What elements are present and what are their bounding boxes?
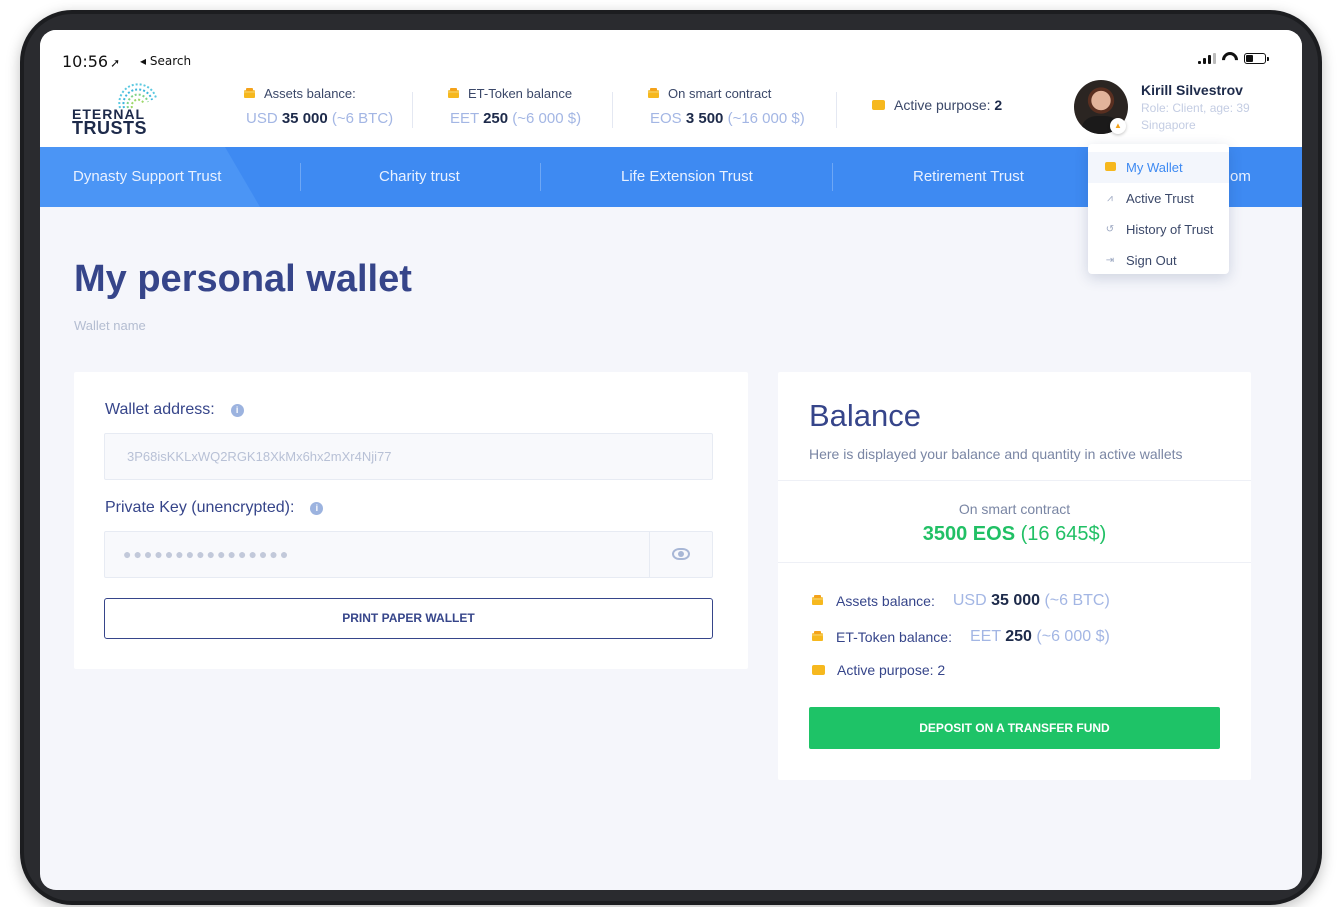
menu-item-history-of-trust[interactable]: ↺ History of Trust	[1088, 214, 1229, 245]
sign-out-icon: ⇥	[1105, 254, 1115, 266]
smart-contract-caption: On smart contract	[958, 501, 1071, 517]
battery-level	[1246, 55, 1254, 62]
et-token-unit: EET	[450, 110, 479, 127]
wifi-icon	[1222, 52, 1238, 64]
info-icon[interactable]: i	[310, 501, 324, 515]
wallet-icon	[812, 665, 825, 675]
balance-row-label: ET-Token balance:	[836, 629, 952, 645]
balance-row-label: Active purpose: 2	[837, 662, 946, 678]
tab-divider	[540, 163, 541, 191]
smart-contract-eos: 3500 EOS	[922, 523, 1016, 545]
smart-contract-approx: (~16 000 $)	[727, 110, 805, 127]
tab-retirement-trust[interactable]: Retirement Trust	[913, 147, 1024, 207]
balance-row-value: EET 250 (~6 000 $)	[969, 628, 1110, 645]
balance-row-label: Assets balance:	[836, 593, 935, 609]
tab-life-extension-trust[interactable]: Life Extension Trust	[621, 147, 753, 207]
header-smart-contract: On smart contract EOS 3 500 (~16 000 $)	[648, 86, 805, 127]
active-purpose-label: Active purpose:	[894, 97, 991, 113]
wallet-address-field[interactable]: 3P68isKKLxWQ2RGK18XkMx6hx2mXr4Nji77	[104, 433, 713, 480]
user-name[interactable]: Kirill Silvestrov	[1141, 82, 1243, 98]
smart-contract-unit: EOS	[650, 110, 682, 127]
user-role: Role: Client, age: 39	[1141, 101, 1250, 115]
wallet-details-card: Wallet address: i 3P68isKKLxWQ2RGK18XkMx…	[74, 372, 748, 669]
tab-charity-trust[interactable]: Charity trust	[379, 147, 460, 207]
balance-subtitle: Here is displayed your balance and quant…	[809, 446, 1183, 462]
header-et-token-balance: ET-Token balance EET 250 (~6 000 $)	[448, 86, 581, 127]
header-divider	[412, 92, 413, 128]
smart-contract-amount: 3 500	[685, 110, 724, 127]
history-icon: ↺	[1105, 223, 1115, 235]
coins-icon	[812, 595, 824, 607]
assets-approx: (~6 BTC)	[331, 110, 394, 127]
user-menu-toggle-icon[interactable]: ▲	[1110, 118, 1126, 134]
balance-row-active-purpose: Active purpose: 2	[812, 662, 945, 678]
back-to-search-link[interactable]: ◂ Search	[140, 54, 191, 68]
wallet-address-label: Wallet address: i	[105, 401, 244, 419]
battery-icon	[1244, 53, 1269, 64]
status-bar: 10:56 ➚ ◂ Search	[40, 30, 1302, 72]
coins-icon	[812, 631, 824, 643]
header-assets-balance: Assets balance: USD 35 000 (~6 BTC)	[244, 86, 393, 127]
et-token-label: ET-Token balance	[468, 86, 573, 101]
coins-icon	[244, 87, 256, 100]
top-header: ETERNAL TRUSTS Assets balance: USD 35 00…	[40, 72, 1302, 147]
menu-item-sign-out[interactable]: ⇥ Sign Out	[1088, 245, 1229, 276]
et-token-amount: 250	[483, 110, 509, 127]
private-key-field[interactable]: ●●●●●●●●●●●●●●●●	[104, 531, 713, 578]
menu-item-label: History of Trust	[1126, 222, 1214, 237]
menu-item-label: Sign Out	[1126, 253, 1177, 268]
print-paper-wallet-button[interactable]: PRINT PAPER WALLET	[104, 598, 713, 639]
logo-text-trusts: TRUSTS	[72, 118, 147, 138]
et-token-approx: (~6 000 $)	[512, 110, 582, 127]
app-screen: 10:56 ➚ ◂ Search ETERNAL TRUSTS Assets ba…	[40, 30, 1302, 890]
chart-icon: ⩘	[1107, 192, 1113, 204]
page-title: My personal wallet	[74, 258, 412, 300]
active-purpose-count: 2	[994, 97, 1003, 113]
menu-item-label: My Wallet	[1126, 160, 1183, 175]
balance-row-value: USD 35 000 (~6 BTC)	[952, 592, 1110, 609]
tab-divider	[300, 163, 301, 191]
coins-icon	[448, 87, 460, 100]
header-divider	[836, 92, 837, 128]
wallet-icon	[872, 100, 885, 110]
balance-title: Balance	[809, 398, 922, 433]
tab-partially-hidden[interactable]: om	[1230, 147, 1251, 207]
assets-unit: USD	[246, 110, 278, 127]
location-arrow-icon: ➚	[110, 56, 121, 70]
smart-contract-total: 3500 EOS (16 645$)	[778, 523, 1251, 546]
private-key-label: Private Key (unencrypted): i	[105, 499, 324, 517]
status-time: 10:56 ➚	[62, 52, 121, 71]
info-icon[interactable]: i	[230, 403, 244, 417]
menu-item-active-trust[interactable]: ⩘ Active Trust	[1088, 183, 1229, 214]
menu-item-label: Active Trust	[1126, 191, 1194, 206]
balance-row-et-token: ET-Token balance: EET 250 (~6 000 $)	[812, 628, 1110, 646]
header-active-purpose: Active purpose: 2	[872, 97, 1002, 113]
wallet-icon	[1104, 161, 1116, 174]
tab-divider	[832, 163, 833, 191]
header-divider	[612, 92, 613, 128]
eye-icon	[672, 548, 690, 560]
smart-contract-usd: (16 645$)	[1020, 523, 1107, 545]
assets-amount: 35 000	[281, 110, 328, 127]
assets-balance-label: Assets balance:	[264, 86, 356, 101]
wallet-name-label: Wallet name	[74, 318, 146, 333]
user-city: Singapore	[1141, 118, 1196, 132]
tab-dynasty-support-trust[interactable]: Dynasty Support Trust	[73, 147, 221, 207]
eternal-trusts-logo[interactable]: ETERNAL TRUSTS	[72, 78, 182, 138]
smart-contract-label: On smart contract	[668, 86, 772, 101]
user-dropdown-menu: My Wallet ⩘ Active Trust ↺ History of Tr…	[1088, 144, 1229, 274]
private-key-masked-value: ●●●●●●●●●●●●●●●●	[123, 546, 291, 562]
status-icons	[1198, 52, 1269, 64]
menu-item-my-wallet[interactable]: My Wallet	[1088, 152, 1229, 183]
coins-icon	[648, 87, 660, 100]
divider	[778, 562, 1251, 563]
signal-icon	[1198, 53, 1216, 64]
balance-row-assets: Assets balance: USD 35 000 (~6 BTC)	[812, 592, 1110, 610]
divider	[778, 480, 1251, 481]
toggle-visibility-button[interactable]	[649, 532, 712, 577]
deposit-transfer-fund-button[interactable]: DEPOSIT ON A TRANSFER FUND	[809, 707, 1220, 749]
balance-card: Balance Here is displayed your balance a…	[778, 372, 1251, 780]
